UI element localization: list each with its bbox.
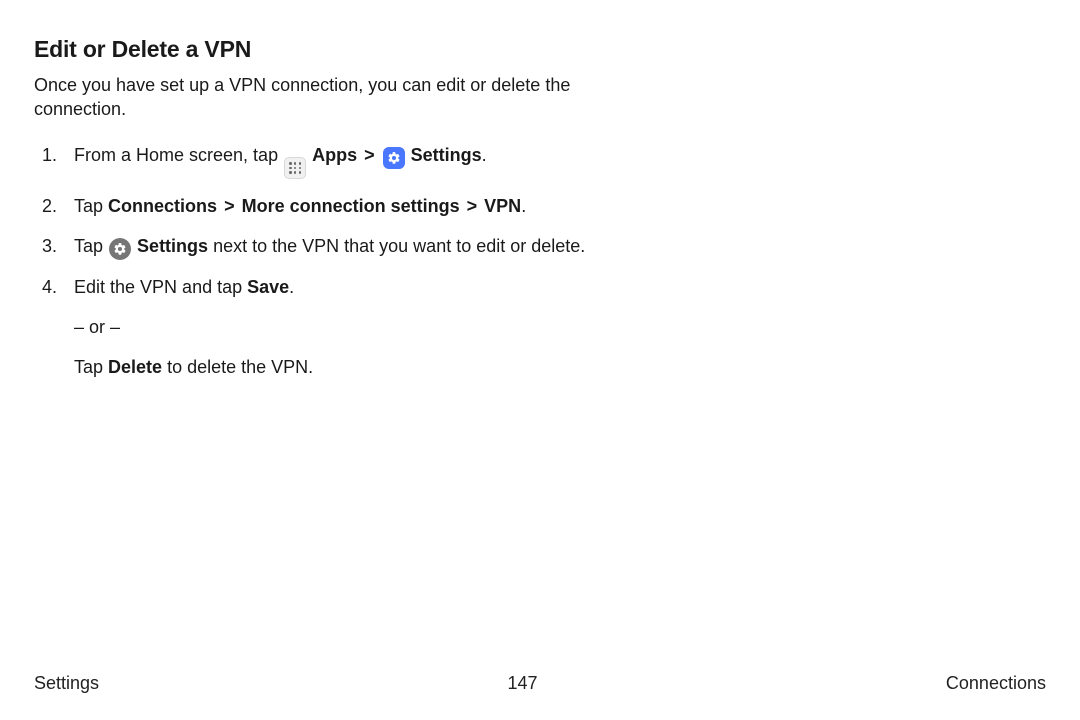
apps-label: Apps	[312, 145, 357, 165]
bold-label: More connection settings	[242, 196, 460, 216]
intro-paragraph: Once you have set up a VPN connection, y…	[34, 73, 594, 122]
settings-label: Settings	[137, 236, 208, 256]
step-1: From a Home screen, tap Apps > Settings.	[34, 142, 594, 179]
delete-label: Delete	[108, 357, 162, 377]
save-label: Save	[247, 277, 289, 297]
footer-right: Connections	[946, 673, 1046, 694]
step-text: Tap	[74, 357, 108, 377]
section-heading: Edit or Delete a VPN	[34, 36, 594, 63]
settings-label: Settings	[411, 145, 482, 165]
step-text: Edit the VPN and tap	[74, 277, 247, 297]
bold-label: Connections	[108, 196, 217, 216]
step-text: to delete the VPN.	[162, 357, 313, 377]
step-text: .	[482, 145, 487, 165]
chevron-right-icon: >	[465, 196, 480, 216]
or-divider: – or –	[34, 314, 594, 340]
step-3: Tap Settings next to the VPN that you wa…	[34, 233, 594, 260]
settings-icon	[383, 147, 405, 169]
gear-icon	[109, 238, 131, 260]
chevron-right-icon: >	[362, 145, 377, 165]
step-text: From a Home screen, tap	[74, 145, 283, 165]
page-footer: Settings 147 Connections	[0, 673, 1080, 694]
bold-label: VPN	[484, 196, 521, 216]
step-text: Tap	[74, 236, 108, 256]
step-4: Edit the VPN and tap Save.	[34, 274, 594, 300]
page-content: Edit or Delete a VPN Once you have set u…	[34, 36, 594, 380]
step-alt: Tap Delete to delete the VPN.	[34, 354, 594, 380]
step-2: Tap Connections > More connection settin…	[34, 193, 594, 219]
step-text: Tap	[74, 196, 108, 216]
page-number: 147	[507, 673, 537, 694]
footer-left: Settings	[34, 673, 99, 694]
apps-icon	[284, 157, 306, 179]
step-text: next to the VPN that you want to edit or…	[208, 236, 585, 256]
step-text: .	[289, 277, 294, 297]
steps-list: From a Home screen, tap Apps > Settings.…	[34, 142, 594, 301]
chevron-right-icon: >	[222, 196, 237, 216]
step-text: .	[521, 196, 526, 216]
